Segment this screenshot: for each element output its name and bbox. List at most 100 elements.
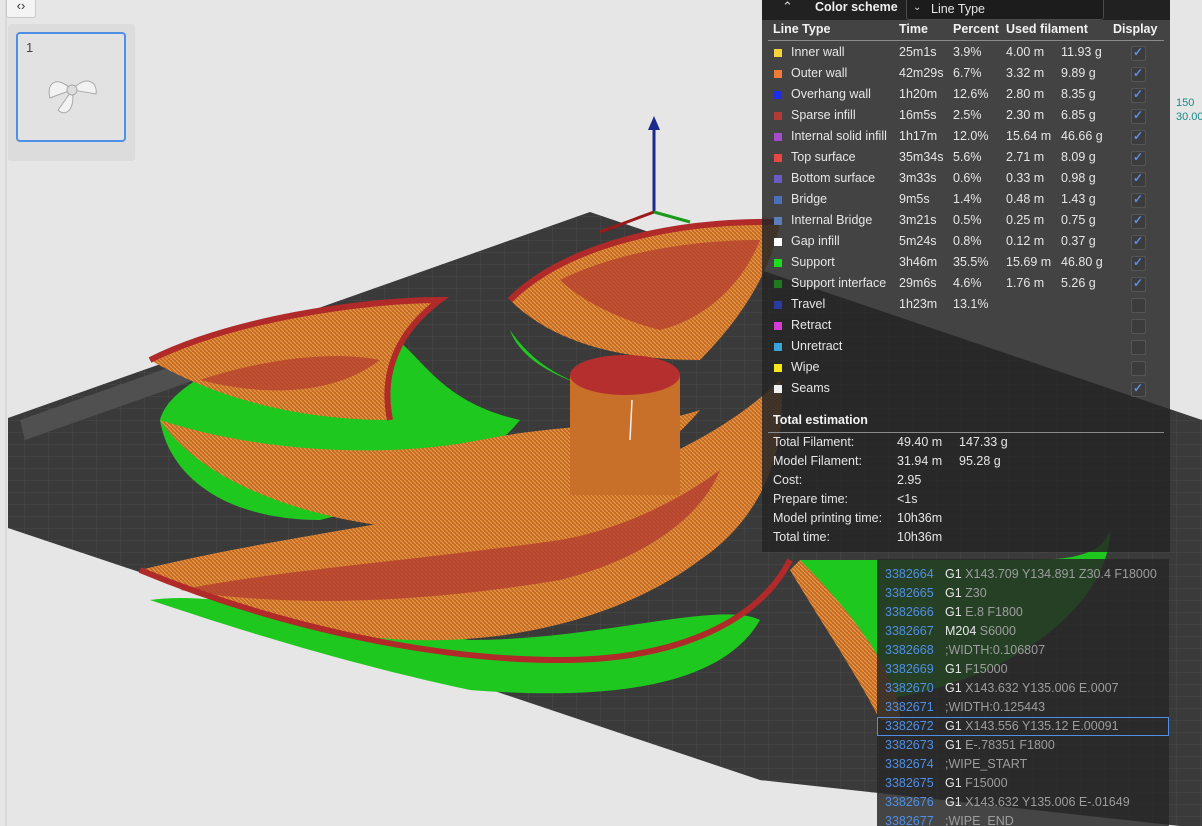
collapse-sidebar-button[interactable]: ‹› — [6, 0, 36, 18]
line-type-length: 15.64 m — [1006, 129, 1052, 143]
gcode-line[interactable]: 3382664 G1 X143.709 Y134.891 Z30.4 F18000 — [877, 565, 1169, 584]
gcode-line[interactable]: 3382668 ;WIDTH:0.106807 — [877, 641, 1169, 660]
legend-row[interactable]: Gap infill 5m24s 0.8% 0.12 m 0.37 g — [762, 232, 1170, 253]
line-type-weight: 46.80 g — [1061, 255, 1103, 269]
line-type-name: Support — [791, 255, 835, 269]
gcode-line[interactable]: 3382671 ;WIDTH:0.125443 — [877, 698, 1169, 717]
line-type-name: Bottom surface — [791, 171, 876, 185]
color-swatch-icon — [774, 385, 782, 393]
display-checkbox[interactable] — [1131, 255, 1146, 271]
line-type-percent: 12.6% — [953, 87, 989, 101]
gcode-line[interactable]: 3382676 G1 X143.632 Y135.006 E-.01649 — [877, 793, 1169, 812]
color-scheme-select[interactable]: ⌄ Line Type — [906, 0, 1104, 20]
display-checkbox[interactable] — [1131, 298, 1146, 313]
legend-row[interactable]: Wipe — [762, 358, 1170, 379]
gcode-command-name: ;WIPE_START — [945, 757, 1028, 771]
line-type-name: Sparse infill — [791, 108, 856, 122]
line-type-percent: 12.0% — [953, 129, 989, 143]
line-type-percent: 3.9% — [953, 45, 982, 59]
line-type-percent: 13.1% — [953, 297, 989, 311]
line-type-percent: 35.5% — [953, 255, 989, 269]
legend-row[interactable]: Sparse infill 16m5s 2.5% 2.30 m 6.85 g — [762, 106, 1170, 127]
gcode-line[interactable]: 3382672 G1 X143.556 Y135.12 E.00091 — [877, 717, 1169, 736]
color-swatch-icon — [774, 280, 782, 288]
gcode-line[interactable]: 3382665 G1 Z30 — [877, 584, 1169, 603]
line-type-name: Inner wall — [791, 45, 845, 59]
total-value: 10h36m — [897, 530, 943, 544]
gcode-line-number: 3382665 — [885, 586, 934, 600]
display-checkbox[interactable] — [1131, 150, 1146, 166]
gcode-command: ;WIDTH:0.106807 — [945, 643, 1045, 657]
legend-row[interactable]: Seams — [762, 379, 1170, 400]
gcode-command: G1 X143.632 Y135.006 E-.01649 — [945, 795, 1130, 809]
line-type-percent: 0.6% — [953, 171, 982, 185]
gcode-line-number: 3382674 — [885, 757, 934, 771]
gcode-line-number: 3382669 — [885, 662, 934, 676]
total-value-secondary: 147.33 g — [959, 435, 1008, 449]
gcode-command-name: ;WIPE_END — [945, 814, 1014, 826]
gcode-command: ;WIPE_END — [945, 814, 1014, 826]
line-type-name: Gap infill — [791, 234, 840, 248]
plate-thumbnail[interactable]: 1 — [16, 32, 126, 142]
layer-ruler-bottom: 30.00 — [1176, 111, 1202, 123]
line-type-time: 25m1s — [899, 45, 937, 59]
display-checkbox[interactable] — [1131, 234, 1146, 250]
display-checkbox[interactable] — [1131, 213, 1146, 229]
display-checkbox[interactable] — [1131, 276, 1146, 292]
legend-row[interactable]: Support interface 29m6s 4.6% 1.76 m 5.26 g — [762, 274, 1170, 295]
total-value: <1s — [897, 492, 918, 506]
legend-row[interactable]: Travel 1h23m 13.1% — [762, 295, 1170, 316]
display-checkbox[interactable] — [1131, 45, 1146, 61]
display-checkbox[interactable] — [1131, 192, 1146, 208]
legend-row[interactable]: Retract — [762, 316, 1170, 337]
gcode-line[interactable]: 3382673 G1 E-.78351 F1800 — [877, 736, 1169, 755]
gcode-line[interactable]: 3382666 G1 E.8 F1800 — [877, 603, 1169, 622]
display-checkbox[interactable] — [1131, 319, 1146, 334]
legend-row[interactable]: Bottom surface 3m33s 0.6% 0.33 m 0.98 g — [762, 169, 1170, 190]
legend-row[interactable]: Unretract — [762, 337, 1170, 358]
color-swatch-icon — [774, 196, 782, 204]
display-checkbox[interactable] — [1131, 381, 1146, 397]
gcode-line[interactable]: 3382669 G1 F15000 — [877, 660, 1169, 679]
legend-row[interactable]: Bridge 9m5s 1.4% 0.48 m 1.43 g — [762, 190, 1170, 211]
line-type-name: Support interface — [791, 276, 887, 290]
collapse-legend-icon[interactable]: ⌃ — [782, 0, 793, 15]
total-value: 31.94 m — [897, 454, 943, 468]
legend-row[interactable]: Internal Bridge 3m21s 0.5% 0.25 m 0.75 g — [762, 211, 1170, 232]
line-type-name: Internal Bridge — [791, 213, 873, 227]
color-scheme-label: Color scheme — [815, 0, 898, 14]
legend-row[interactable]: Inner wall 25m1s 3.9% 4.00 m 11.93 g — [762, 43, 1170, 64]
legend-row[interactable]: Support 3h46m 35.5% 15.69 m 46.80 g — [762, 253, 1170, 274]
total-value: 10h36m — [897, 511, 943, 525]
display-checkbox[interactable] — [1131, 171, 1146, 187]
gcode-command-name: G1 — [945, 605, 962, 619]
gcode-line[interactable]: 3382675 G1 F15000 — [877, 774, 1169, 793]
line-type-time: 35m34s — [899, 150, 944, 164]
legend-row[interactable]: Top surface 35m34s 5.6% 2.71 m 8.09 g — [762, 148, 1170, 169]
display-checkbox[interactable] — [1131, 129, 1146, 145]
line-type-weight: 5.26 g — [1061, 276, 1096, 290]
display-checkbox[interactable] — [1131, 66, 1146, 82]
gcode-arguments: X143.632 Y135.006 E.0007 — [965, 681, 1119, 695]
legend-row[interactable]: Outer wall 42m29s 6.7% 3.32 m 9.89 g — [762, 64, 1170, 85]
legend-row[interactable]: Overhang wall 1h20m 12.6% 2.80 m 8.35 g — [762, 85, 1170, 106]
gcode-line[interactable]: 3382667 M204 S6000 — [877, 622, 1169, 641]
header-line-type: Line Type — [773, 22, 831, 36]
plate-list-panel: 1 — [8, 24, 135, 161]
gcode-line[interactable]: 3382677 ;WIPE_END — [877, 812, 1169, 826]
display-checkbox[interactable] — [1131, 108, 1146, 124]
display-checkbox[interactable] — [1131, 361, 1146, 376]
gcode-command-name: M204 — [945, 624, 977, 638]
gcode-line[interactable]: 3382670 G1 X143.632 Y135.006 E.0007 — [877, 679, 1169, 698]
fan-model-icon — [48, 80, 97, 114]
display-checkbox[interactable] — [1131, 340, 1146, 355]
gcode-line-number: 3382675 — [885, 776, 934, 790]
display-checkbox[interactable] — [1131, 87, 1146, 103]
line-type-weight: 0.75 g — [1061, 213, 1096, 227]
gcode-viewer[interactable]: 3382664 G1 X143.709 Y134.891 Z30.4 F18000… — [877, 559, 1169, 826]
line-type-weight: 46.66 g — [1061, 129, 1103, 143]
line-type-time: 3m21s — [899, 213, 937, 227]
line-type-time: 1h20m — [899, 87, 938, 101]
legend-row[interactable]: Internal solid infill 1h17m 12.0% 15.64 m 46… — [762, 127, 1170, 148]
gcode-line[interactable]: 3382674 ;WIPE_START — [877, 755, 1169, 774]
